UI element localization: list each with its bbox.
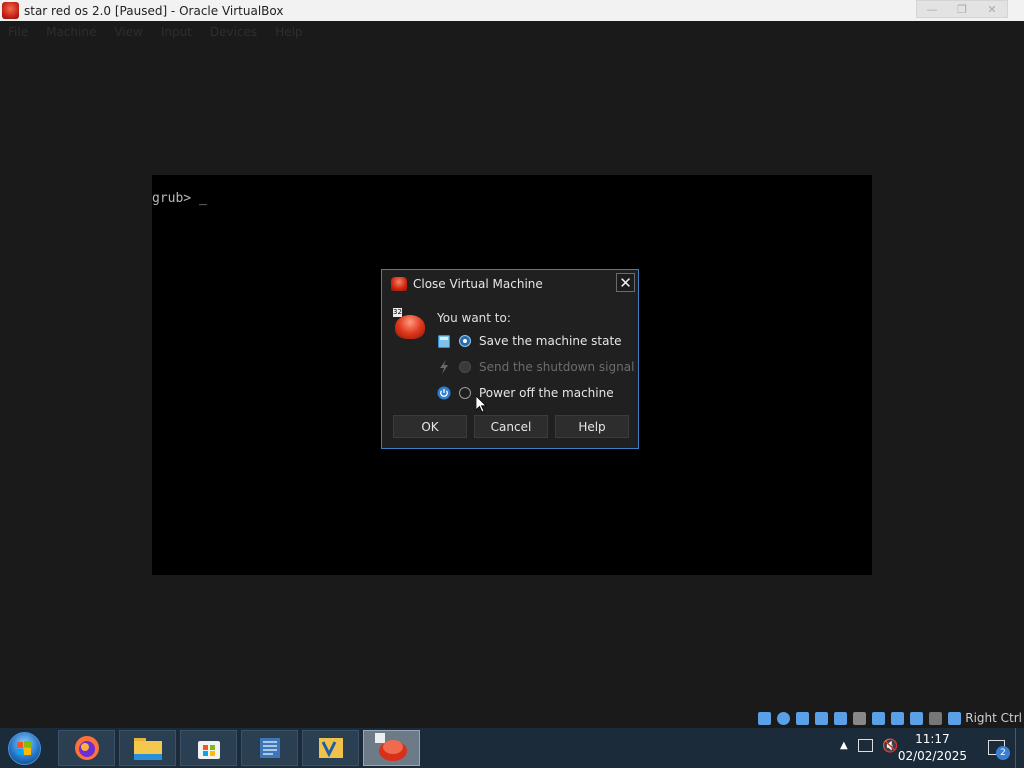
dialog-close-button[interactable]: ✕ <box>616 273 635 292</box>
vm-status-bar: Right Ctrl <box>758 710 1022 726</box>
save-state-icon <box>437 334 451 348</box>
menu-view[interactable]: View <box>114 25 142 39</box>
notification-center-icon[interactable]: 2 <box>988 740 1010 760</box>
menu-input[interactable]: Input <box>161 25 192 39</box>
restore-button[interactable]: ❐ <box>947 1 977 17</box>
vscode-icon <box>318 738 343 758</box>
os-bitness-badge: 32 <box>393 308 402 317</box>
option-label: Send the shutdown signal <box>479 360 635 374</box>
window-title: star red os 2.0 [Paused] - Oracle Virtua… <box>24 3 284 18</box>
recording-icon[interactable] <box>891 711 905 725</box>
taskbar-clock[interactable]: 11:17 02/02/2025 <box>898 731 967 765</box>
radio-power-off[interactable] <box>459 387 471 399</box>
help-button[interactable]: Help <box>555 415 629 438</box>
network-icon[interactable] <box>815 711 829 725</box>
radio-shutdown-signal <box>459 361 471 373</box>
notification-badge: 2 <box>996 746 1010 760</box>
virtualbox-vm-icon <box>2 2 19 19</box>
taskbar-virtualbox-vm[interactable] <box>363 730 420 766</box>
cancel-button[interactable]: Cancel <box>474 415 548 438</box>
folder-icon <box>133 738 162 760</box>
windows-logo-icon <box>17 741 31 755</box>
close-vm-dialog: Close Virtual Machine ✕ 32 You want to: … <box>381 269 639 449</box>
menu-file[interactable]: File <box>8 25 28 39</box>
system-tray: ▲ 🔇 11:17 02/02/2025 2 <box>824 728 1024 768</box>
taskbar: ▲ 🔇 11:17 02/02/2025 2 <box>0 728 1024 768</box>
taskbar-vscode[interactable] <box>302 730 359 766</box>
taskbar-file-explorer[interactable] <box>119 730 176 766</box>
option-label: Save the machine state <box>479 334 622 348</box>
audio-icon[interactable] <box>796 711 810 725</box>
taskbar-microsoft-store[interactable] <box>180 730 237 766</box>
taskbar-firefox[interactable] <box>58 730 115 766</box>
firefox-icon <box>74 736 99 760</box>
close-window-button[interactable]: ✕ <box>977 1 1007 17</box>
dialog-header: Close Virtual Machine ✕ <box>382 270 638 298</box>
radio-save-state[interactable] <box>459 335 471 347</box>
option-shutdown-signal: Send the shutdown signal <box>437 358 634 376</box>
volume-muted-icon[interactable]: 🔇 <box>882 739 898 754</box>
grub-prompt: grub> _ <box>152 191 207 206</box>
clock-date: 02/02/2025 <box>897 749 967 763</box>
window-controls: — ❐ ✕ <box>916 0 1008 18</box>
menu-machine[interactable]: Machine <box>46 25 96 39</box>
hard-disk-icon[interactable] <box>758 711 772 725</box>
notepad-plus-icon <box>259 738 280 758</box>
lightning-icon <box>437 360 451 374</box>
network-status-icon[interactable] <box>858 739 873 752</box>
start-button[interactable] <box>8 732 41 765</box>
show-desktop-button[interactable] <box>1015 728 1024 768</box>
option-power-off[interactable]: Power off the machine <box>437 384 614 402</box>
cpu-icon[interactable] <box>910 711 924 725</box>
shared-folders-icon[interactable] <box>853 711 867 725</box>
optical-drive-icon[interactable] <box>777 711 791 725</box>
window-titlebar: star red os 2.0 [Paused] - Oracle Virtua… <box>0 0 1024 21</box>
virtualbox-vm-icon <box>391 277 407 291</box>
menubar: File Machine View Input Devices Help <box>0 21 1024 43</box>
menu-help[interactable]: Help <box>275 25 302 39</box>
mouse-integration-icon[interactable] <box>929 711 943 725</box>
host-key-label: Right Ctrl <box>965 711 1022 725</box>
store-icon <box>197 741 220 759</box>
option-label: Power off the machine <box>479 386 614 400</box>
clock-time: 11:17 <box>915 732 950 746</box>
vm-os-icon: 32 <box>393 308 426 341</box>
display-icon[interactable] <box>872 711 886 725</box>
dialog-title: Close Virtual Machine <box>413 277 543 291</box>
red-hat-os-icon <box>374 733 407 761</box>
option-save-state[interactable]: Save the machine state <box>437 332 622 350</box>
power-icon <box>437 386 451 400</box>
ok-button[interactable]: OK <box>393 415 467 438</box>
show-hidden-icons-icon[interactable]: ▲ <box>840 740 848 751</box>
taskbar-notepad-plus[interactable] <box>241 730 298 766</box>
minimize-button[interactable]: — <box>917 1 947 17</box>
dialog-prompt: You want to: <box>437 311 511 325</box>
menu-devices[interactable]: Devices <box>210 25 257 39</box>
keyboard-capture-icon[interactable] <box>948 711 962 725</box>
usb-icon[interactable] <box>834 711 848 725</box>
